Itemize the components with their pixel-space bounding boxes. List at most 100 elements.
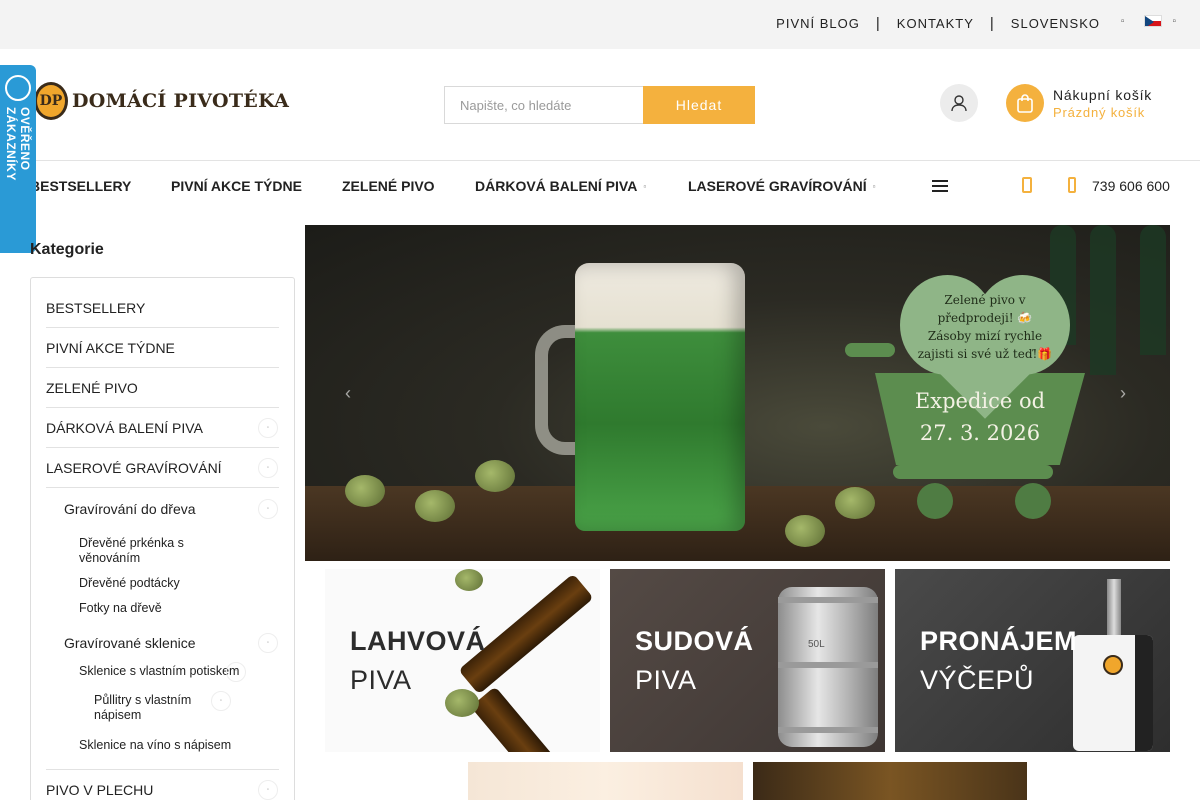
promo-line: Zelené pivo v xyxy=(944,293,1026,307)
sidebar-title: Kategorie xyxy=(30,241,104,258)
expedition-text: Expedice od 27. 3. 2026 xyxy=(895,385,1065,449)
category-label: PIVNÍ AKCE TÝDNE xyxy=(46,340,175,356)
link-contacts[interactable]: KONTAKTY xyxy=(897,16,974,31)
expand-icon[interactable]: ▫ xyxy=(258,457,278,478)
nav-item-beer-deals[interactable]: PIVNÍ AKCE TÝDNE xyxy=(171,178,302,194)
mobile-icon xyxy=(1068,177,1076,193)
language-switcher[interactable]: ▫ ▫ xyxy=(1121,15,1176,27)
category-item[interactable]: LASEROVÉ GRAVÍROVÁNÍ ▫ xyxy=(46,448,279,488)
nav-label: ZELENÉ PIVO xyxy=(342,178,435,194)
subcategory-item[interactable]: Fotky na dřevě xyxy=(46,591,279,616)
category-label: Dřevěné prkénka s věnováním xyxy=(79,536,184,565)
search-input[interactable] xyxy=(444,86,643,124)
nav-item-bestsellers[interactable]: BESTSELLERY xyxy=(30,178,131,194)
promo-text: Zelené pivo v předprodeji! 🍻 Zásoby mizí… xyxy=(905,291,1065,363)
nav-item-gift-packs[interactable]: DÁRKOVÁ BALENÍ PIVA ▫ xyxy=(475,178,646,194)
category-item[interactable]: BESTSELLERY xyxy=(46,288,279,328)
phone-icon[interactable] xyxy=(1022,177,1032,193)
expand-icon[interactable]: ▫ xyxy=(258,499,278,519)
hop-decoration xyxy=(415,490,455,522)
category-item[interactable]: PIVNÍ AKCE TÝDNE xyxy=(46,328,279,368)
subcategory-item[interactable]: Dřevěné prkénka s věnováním xyxy=(46,530,206,566)
subcategory-item[interactable]: Sklenice na víno s nápisem xyxy=(46,723,279,770)
category-label: Fotky na dřevě xyxy=(79,601,162,615)
category-label: Půllitry s vlastním nápisem xyxy=(94,693,192,722)
nav-label: PIVNÍ AKCE TÝDNE xyxy=(171,178,302,194)
category-item[interactable]: PIVO V PLECHU ▫ xyxy=(46,770,279,800)
category-tile-tap-rental[interactable]: PRONÁJEM VÝČEPŮ xyxy=(895,569,1170,752)
chevron-down-icon: ▫ xyxy=(872,181,876,191)
expand-icon[interactable]: ▫ xyxy=(258,780,278,800)
hop-decoration xyxy=(345,475,385,507)
category-label: Sklenice na víno s nápisem xyxy=(79,738,232,752)
nav-item-laser-engraving[interactable]: LASEROVÉ GRAVÍROVÁNÍ ▫ xyxy=(688,178,876,194)
expand-icon[interactable]: ▫ xyxy=(258,417,278,438)
carousel-prev-icon[interactable]: ‹ xyxy=(345,383,351,404)
subcategory-item[interactable]: Gravírování do dřeva ▫ xyxy=(46,488,279,530)
nav-label: BESTSELLERY xyxy=(30,178,132,194)
bottle-decoration xyxy=(1090,225,1116,375)
subcategory-item[interactable]: Sklenice s vlastním potiskem ▫ xyxy=(46,661,261,682)
phone-number[interactable]: 739 606 600 xyxy=(1092,178,1170,194)
category-item[interactable]: DÁRKOVÁ BALENÍ PIVA ▫ xyxy=(46,408,279,448)
subcategory-item[interactable]: Gravírované sklenice ▫ xyxy=(46,622,279,664)
category-label: Sklenice s vlastním potiskem xyxy=(79,664,240,678)
expand-icon[interactable]: ▫ xyxy=(258,633,278,653)
chevron-down-icon[interactable]: ▫ xyxy=(1121,16,1125,27)
cart-summary[interactable]: Nákupní košík Prázdný košík xyxy=(1053,87,1152,120)
hop-decoration xyxy=(475,460,515,492)
menu-icon[interactable] xyxy=(932,180,948,195)
keg-label: 50L xyxy=(808,639,825,650)
category-label: PIVO V PLECHU xyxy=(46,782,154,798)
user-account-button[interactable] xyxy=(940,84,978,122)
category-sidebar: BESTSELLERY PIVNÍ AKCE TÝDNE ZELENÉ PIVO… xyxy=(30,277,295,800)
czech-flag-icon[interactable] xyxy=(1144,15,1163,27)
subcategory-item[interactable]: Dřevěné podtácky xyxy=(46,566,279,591)
verified-seal-icon xyxy=(5,75,31,101)
category-label: BESTSELLERY xyxy=(46,300,146,316)
nav-item-green-beer[interactable]: ZELENÉ PIVO xyxy=(342,178,435,194)
top-bar: PIVNÍ BLOG | KONTAKTY | SLOVENSKO ▫ ▫ xyxy=(0,0,1200,49)
logo-mark: DP xyxy=(34,82,68,120)
carousel-next-icon[interactable]: › xyxy=(1120,383,1126,404)
link-slovakia[interactable]: SLOVENSKO xyxy=(1011,16,1100,31)
nav-label: LASEROVÉ GRAVÍROVÁNÍ xyxy=(688,178,867,194)
category-tile-kegs[interactable]: 50L SUDOVÁ PIVA xyxy=(610,569,885,752)
verified-badge[interactable]: OVĚŘENO ZÁKAZNÍKY xyxy=(0,65,36,253)
tile-title: LAHVOVÁ xyxy=(350,626,486,656)
tile-subtitle: PIVA xyxy=(350,665,412,695)
subcategory-item[interactable]: Půllitry s vlastním nápisem ▫ xyxy=(46,679,251,723)
expedition-line: Expedice od xyxy=(914,389,1046,413)
tile-title: PRONÁJEM xyxy=(920,626,1078,656)
bottle-decoration xyxy=(1140,225,1166,355)
badge-text: OVĚŘENO ZÁKAZNÍKY xyxy=(4,107,32,181)
expand-icon[interactable]: ▫ xyxy=(211,691,231,711)
logo[interactable]: DP DOMÁCÍ PIVOTÉKA xyxy=(34,82,289,120)
cart-title: Nákupní košík xyxy=(1053,87,1153,103)
category-tile-bottled[interactable]: LAHVOVÁ PIVA xyxy=(325,569,600,752)
category-label: Gravírování do dřeva xyxy=(64,501,196,517)
category-label: Gravírované sklenice xyxy=(64,635,196,651)
category-item[interactable]: ZELENÉ PIVO xyxy=(46,368,279,408)
separator: | xyxy=(875,15,881,32)
chevron-down-icon: ▫ xyxy=(643,181,647,191)
logo-text: DOMÁCÍ PIVOTÉKA xyxy=(72,90,290,112)
nav-label: DÁRKOVÁ BALENÍ PIVA xyxy=(475,178,638,194)
tile-subtitle: PIVA xyxy=(635,665,697,695)
cart-button[interactable] xyxy=(1006,84,1044,122)
category-tile-draft[interactable] xyxy=(753,762,1027,800)
category-tile-cans[interactable] xyxy=(468,762,743,800)
beer-mug xyxy=(575,263,745,531)
chevron-down-icon[interactable]: ▫ xyxy=(1172,16,1176,27)
hop-decoration xyxy=(455,569,483,591)
user-icon xyxy=(951,95,967,112)
promo-line: zajisti si své už teď!🎁 xyxy=(917,347,1053,361)
category-label: ZELENÉ PIVO xyxy=(46,380,138,396)
main-nav: BESTSELLERY PIVNÍ AKCE TÝDNE ZELENÉ PIVO… xyxy=(0,161,1200,209)
shopping-bag-icon xyxy=(1017,94,1033,113)
hero-banner[interactable]: Zelené pivo v předprodeji! 🍻 Zásoby mizí… xyxy=(305,225,1170,561)
separator: | xyxy=(989,15,995,32)
promo-line: Zásoby mizí rychle xyxy=(927,329,1043,343)
link-blog[interactable]: PIVNÍ BLOG xyxy=(776,16,860,31)
search-button[interactable]: Hledat xyxy=(643,86,755,124)
